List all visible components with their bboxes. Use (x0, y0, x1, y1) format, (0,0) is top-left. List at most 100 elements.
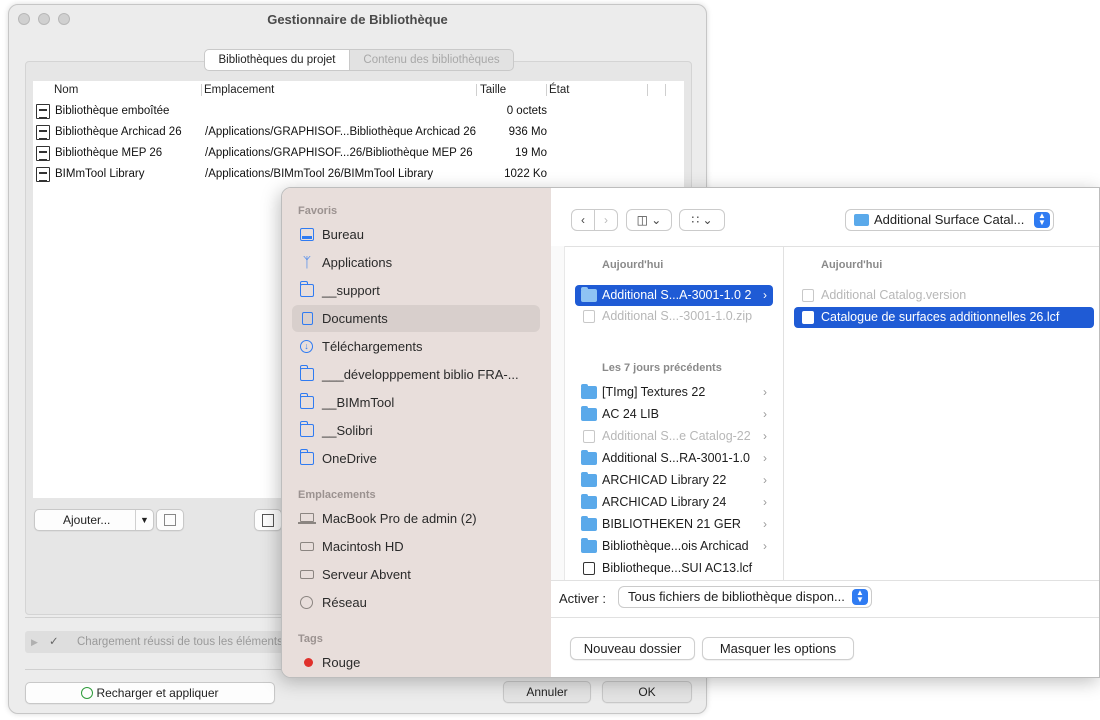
open-file-dialog: Favoris Bureau ᛉ Applications __support … (281, 187, 1100, 678)
sidebar-item-solibri[interactable]: __Solibri (292, 417, 540, 444)
reload-apply-label: Recharger et appliquer (96, 686, 219, 700)
chevron-down-icon[interactable]: ▼ (135, 510, 153, 530)
sidebar-item-telechargements[interactable]: ↓ Téléchargements (292, 333, 540, 360)
view-columns-button[interactable]: ◫ ⌄ (626, 209, 672, 231)
sidebar-item-macbook[interactable]: MacBook Pro de admin (2) (292, 505, 540, 532)
sidebar-item-reseau[interactable]: Réseau (292, 589, 540, 616)
file-item[interactable]: ARCHICAD Library 24 › (575, 492, 773, 513)
sidebar-item-macintosh-hd[interactable]: Macintosh HD (292, 533, 540, 560)
sidebar-item-bimmtool[interactable]: __BIMmTool (292, 389, 540, 416)
sidebar-item-developpement[interactable]: ___développpement biblio FRA-... (292, 361, 540, 388)
sidebar-item-label: Applications (322, 255, 393, 270)
sidebar-item-documents[interactable]: Documents (292, 305, 540, 332)
sidebar-item-label: OneDrive (322, 451, 377, 466)
file-item-label: Bibliotheque...SUI AC13.lcf (602, 561, 753, 575)
drive-icon (300, 542, 314, 551)
table-row[interactable]: Bibliothèque MEP 26 /Applications/GRAPHI… (33, 143, 563, 164)
cancel-button[interactable]: Annuler (503, 681, 591, 703)
sidebar-item-serveur-abvent[interactable]: Serveur Abvent (292, 561, 540, 588)
location-popup[interactable]: Additional Surface Catal... ▲ ▼ (845, 209, 1054, 231)
sidebar-item-label: __Solibri (322, 423, 373, 438)
activate-filter-popup[interactable]: Tous fichiers de bibliothèque dispon... … (618, 586, 872, 608)
column-header-state[interactable]: État (549, 81, 569, 99)
file-item-label: Additional S...A-3001-1.0 2 (602, 288, 752, 302)
row-size: 0 octets (506, 105, 547, 117)
file-item[interactable]: Additional S...RA-3001-1.0 › (575, 448, 773, 469)
favorites-header: Favoris (298, 205, 338, 217)
grid-view-icon: ∷ ⌄ (691, 213, 713, 227)
activate-label: Activer : (559, 591, 606, 606)
add-library-button[interactable]: Ajouter... ▼ (34, 509, 154, 531)
sidebar-item-label: Macintosh HD (322, 539, 404, 554)
remove-library-button[interactable] (156, 509, 184, 531)
sidebar-item-tag-rouge[interactable]: Rouge (292, 649, 540, 676)
tab-library-contents[interactable]: Contenu des bibliothèques (350, 49, 514, 71)
library-options-button[interactable] (254, 509, 282, 531)
column-separator (476, 84, 477, 96)
chevron-right-icon: › (763, 517, 767, 531)
row-size: 936 Mo (508, 126, 547, 138)
view-grid-button[interactable]: ∷ ⌄ (679, 209, 725, 231)
chevron-right-icon: › (763, 539, 767, 553)
file-item[interactable]: Bibliotheque...SUI AC13.lcf (575, 558, 773, 579)
file-item-label: Catalogue de surfaces additionnelles 26.… (821, 310, 1060, 324)
add-library-label: Ajouter... (63, 513, 111, 527)
locations-header: Emplacements (298, 489, 376, 501)
column-header-name[interactable]: Nom (54, 81, 78, 99)
reload-apply-button[interactable]: Recharger et appliquer (25, 682, 275, 704)
folder-icon (300, 449, 314, 465)
columns-view-icon: ◫ ⌄ (636, 213, 662, 227)
sidebar-item-support[interactable]: __support (292, 277, 540, 304)
folder-icon (581, 406, 597, 421)
tab-project-libraries[interactable]: Bibliothèques du projet (204, 49, 350, 71)
file-item[interactable]: Additional S...e Catalog-22 › (575, 426, 773, 447)
file-item[interactable]: ARCHICAD Library 22 › (575, 470, 773, 491)
folder-icon (581, 494, 597, 509)
document-icon (583, 430, 595, 443)
file-item[interactable]: Additional Catalog.version (794, 285, 1094, 306)
activate-filter-value: Tous fichiers de bibliothèque dispon... (628, 589, 845, 604)
sidebar-item-applications[interactable]: ᛉ Applications (292, 249, 540, 276)
sidebar-item-label: Bureau (322, 227, 364, 242)
document-icon (802, 289, 814, 302)
forward-button[interactable]: › (594, 209, 618, 231)
column-header-location[interactable]: Emplacement (204, 81, 274, 99)
file-item-label: Additional S...-3001-1.0.zip (602, 309, 753, 323)
file-item[interactable]: AC 24 LIB › (575, 404, 773, 425)
divider (551, 246, 1099, 247)
file-icon (36, 104, 50, 119)
table-row[interactable]: BIMmTool Library /Applications/BIMmTool … (33, 164, 563, 185)
table-row[interactable]: Bibliothèque Archicad 26 /Applications/G… (33, 122, 563, 143)
folder-icon (581, 384, 597, 399)
row-name: BIMmTool Library (55, 168, 145, 180)
folder-icon (581, 472, 597, 487)
file-item[interactable]: Bibliothèque...ois Archicad › (575, 536, 773, 557)
window-title: Gestionnaire de Bibliothèque (267, 12, 448, 27)
file-item[interactable]: Catalogue de surfaces additionnelles 26.… (794, 307, 1094, 328)
table-row[interactable]: Bibliothèque emboîtée 0 octets (33, 101, 563, 122)
applications-icon: ᛉ (302, 254, 312, 270)
file-item[interactable]: [TImg] Textures 22 › (575, 382, 773, 403)
file-item[interactable]: Additional S...-3001-1.0.zip (575, 306, 773, 327)
column-header-size[interactable]: Taille (480, 81, 506, 99)
back-button[interactable]: ‹ (571, 209, 595, 231)
column1-today-header: Aujourd'hui (602, 259, 664, 271)
red-tag-icon (304, 658, 313, 667)
download-icon: ↓ (300, 340, 313, 353)
sidebar-item-onedrive[interactable]: OneDrive (292, 445, 540, 472)
sidebar-item-label: Serveur Abvent (322, 567, 411, 582)
sidebar-item-label: Réseau (322, 595, 367, 610)
new-folder-button[interactable]: Nouveau dossier (570, 637, 695, 660)
ok-button[interactable]: OK (602, 681, 692, 703)
file-item[interactable]: Additional S...A-3001-1.0 2 › (575, 285, 773, 306)
folder-icon (854, 214, 869, 226)
zip-file-icon (583, 310, 595, 323)
sidebar-item-label: __BIMmTool (322, 395, 395, 410)
column2-today-header: Aujourd'hui (821, 259, 883, 271)
column-separator (647, 84, 648, 96)
sidebar-item-bureau[interactable]: Bureau (292, 221, 540, 248)
hide-options-button[interactable]: Masquer les options (702, 637, 854, 660)
disclosure-triangle-icon[interactable]: ▶ (31, 631, 38, 653)
file-item[interactable]: BIBLIOTHEKEN 21 GER › (575, 514, 773, 535)
column1-week-header: Les 7 jours précédents (602, 362, 722, 374)
